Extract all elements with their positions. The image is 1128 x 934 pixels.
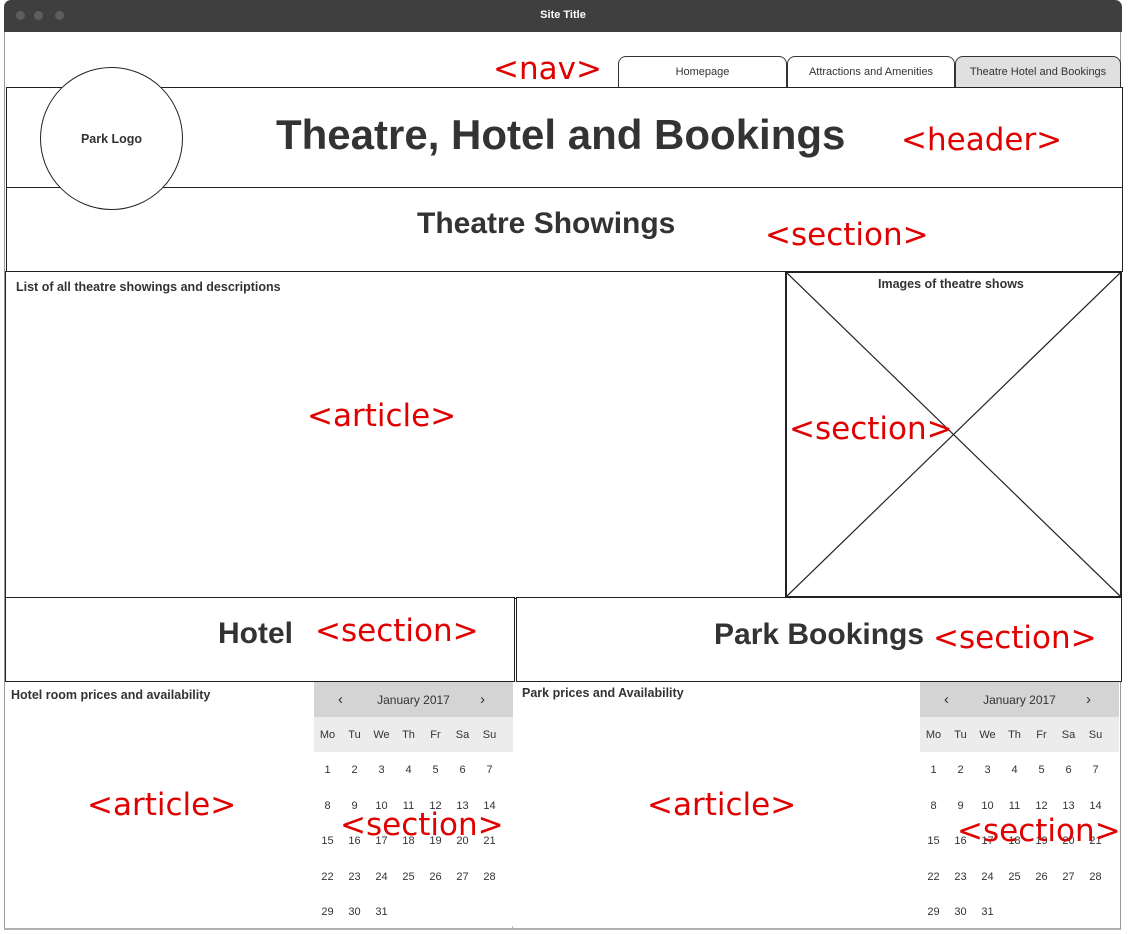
calendar-weekday: Th [1008, 729, 1021, 741]
calendar-weekday: Mo [319, 729, 336, 741]
calendar-day[interactable]: 15 [920, 835, 947, 847]
calendar-day[interactable]: 29 [920, 906, 947, 918]
calendar-header: ‹ January 2017 › [920, 682, 1119, 717]
calendar-day[interactable]: 22 [314, 871, 341, 883]
calendar-weekday: Tu [954, 729, 967, 741]
hotel-calendar-annotation: <section> [340, 807, 504, 843]
calendar-day[interactable]: 3 [368, 764, 395, 776]
calendar-day[interactable]: 13 [1055, 800, 1082, 812]
tab-theatre-hotel-and-bookings[interactable]: Theatre Hotel and Bookings [955, 56, 1121, 87]
calendar-day[interactable]: 12 [1028, 800, 1055, 812]
calendar-weekday-row: Mo Tu We Th Fr Sa Su [314, 717, 513, 752]
calendar-day[interactable]: 6 [1055, 764, 1082, 776]
theatre-section-annotation: <section> [765, 217, 929, 253]
park-article-annotation: <article> [647, 787, 797, 823]
calendar-day[interactable]: 24 [974, 871, 1001, 883]
hotel-article-annotation: <article> [87, 787, 237, 823]
calendar-day[interactable]: 1 [920, 764, 947, 776]
tab-homepage[interactable]: Homepage [618, 56, 787, 87]
calendar-day[interactable]: 2 [341, 764, 368, 776]
calendar-next-month-button[interactable]: › [480, 691, 485, 708]
calendar-day[interactable]: 31 [368, 906, 395, 918]
hotel-article-text: Hotel room prices and availability [11, 688, 211, 702]
calendar-day[interactable]: 5 [422, 764, 449, 776]
calendar-day[interactable]: 8 [314, 800, 341, 812]
calendar-day[interactable]: 30 [947, 906, 974, 918]
calendar-day[interactable]: 4 [1001, 764, 1028, 776]
hotel-section-title: Hotel [218, 617, 293, 650]
tab-attractions-and-amenities[interactable]: Attractions and Amenities [787, 56, 955, 87]
park-calendar-annotation: <section> [957, 813, 1121, 849]
calendar-weekday: Mo [925, 729, 942, 741]
calendar-day[interactable]: 23 [341, 871, 368, 883]
calendar-day[interactable]: 7 [476, 764, 503, 776]
calendar-day[interactable]: 24 [368, 871, 395, 883]
calendar-day[interactable]: 27 [449, 871, 476, 883]
calendar-day[interactable]: 22 [920, 871, 947, 883]
calendar-day[interactable]: 23 [947, 871, 974, 883]
park-logo[interactable]: Park Logo [40, 67, 183, 210]
theatre-images-text: Images of theatre shows [878, 277, 1024, 291]
calendar-day[interactable]: 3 [974, 764, 1001, 776]
calendar-day[interactable]: 25 [395, 871, 422, 883]
park-section-annotation: <section> [933, 620, 1097, 656]
window-titlebar: Site Title [4, 0, 1122, 32]
calendar-day[interactable]: 6 [449, 764, 476, 776]
calendar-weekday: Fr [430, 729, 441, 741]
calendar-day[interactable]: 28 [476, 871, 503, 883]
calendar-weekday: Sa [1061, 729, 1076, 741]
hotel-section-annotation: <section> [315, 613, 479, 649]
calendar-day[interactable]: 2 [947, 764, 974, 776]
park-article-text: Park prices and Availability [522, 686, 684, 700]
theatre-article-box [5, 271, 787, 599]
calendar-day[interactable]: 29 [314, 906, 341, 918]
calendar-weekday: Tu [348, 729, 361, 741]
calendar-day[interactable]: 5 [1028, 764, 1055, 776]
calendar-day[interactable]: 30 [341, 906, 368, 918]
calendar-weekday: We [979, 729, 996, 741]
calendar-weekday: We [373, 729, 390, 741]
theatre-images-annotation: <section> [789, 411, 953, 447]
calendar-header: ‹ January 2017 › [314, 682, 513, 717]
calendar-day[interactable]: 25 [1001, 871, 1028, 883]
calendar-day[interactable]: 28 [1082, 871, 1109, 883]
calendar-weekday: Sa [455, 729, 470, 741]
calendar-day[interactable]: 10 [974, 800, 1001, 812]
calendar-day[interactable]: 4 [395, 764, 422, 776]
park-calendar[interactable]: ‹ January 2017 › Mo Tu We Th Fr Sa Su 12345678… [920, 682, 1119, 926]
calendar-weekday: Fr [1036, 729, 1047, 741]
calendar-day[interactable]: 7 [1082, 764, 1109, 776]
calendar-day[interactable]: 9 [947, 800, 974, 812]
nav-annotation: <nav> [493, 51, 602, 87]
theatre-article-text: List of all theatre showings and descrip… [16, 280, 281, 294]
calendar-weekday: Th [402, 729, 415, 741]
calendar-weekday: Su [482, 729, 497, 741]
calendar-weekday: Su [1088, 729, 1103, 741]
window-title: Site Title [540, 9, 586, 21]
calendar-day[interactable]: 8 [920, 800, 947, 812]
calendar-day[interactable]: 26 [1028, 871, 1055, 883]
theatre-section-title: Theatre Showings [417, 207, 676, 240]
calendar-day[interactable]: 1 [314, 764, 341, 776]
calendar-day[interactable]: 26 [422, 871, 449, 883]
calendar-day[interactable]: 31 [974, 906, 1001, 918]
page-title: Theatre, Hotel and Bookings [276, 111, 846, 158]
calendar-next-month-button[interactable]: › [1086, 691, 1091, 708]
calendar-day[interactable]: 15 [314, 835, 341, 847]
hotel-calendar[interactable]: ‹ January 2017 › Mo Tu We Th Fr Sa Su 12345678… [314, 682, 513, 926]
calendar-weekday-row: Mo Tu We Th Fr Sa Su [920, 717, 1119, 752]
calendar-day[interactable]: 14 [1082, 800, 1109, 812]
calendar-day[interactable]: 11 [1001, 800, 1028, 812]
theatre-article-annotation: <article> [307, 398, 457, 434]
calendar-day[interactable]: 27 [1055, 871, 1082, 883]
header-annotation: <header> [901, 122, 1063, 158]
park-section-title: Park Bookings [714, 618, 925, 651]
park-logo-label: Park Logo [80, 131, 143, 146]
